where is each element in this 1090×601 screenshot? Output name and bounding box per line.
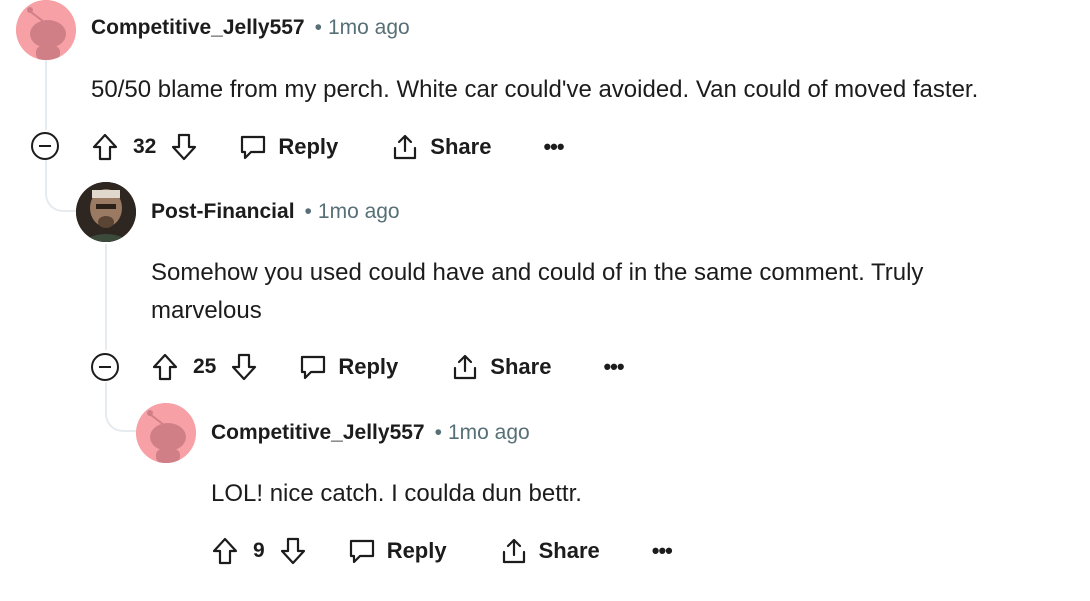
share-label: Share [490,354,552,379]
share-button[interactable]: Share [499,536,600,566]
avatar[interactable] [16,0,76,60]
comment-actions: 9 Reply Share ••• [211,531,673,571]
snoo-icon [16,0,76,60]
more-options-button[interactable]: ••• [543,134,564,160]
comment-author: Competitive_Jelly557 • 1mo ago [91,16,410,40]
comment-actions: 25 Reply Share ••• [151,347,625,387]
username-link[interactable]: Post-Financial [151,200,295,223]
meta-separator: • [314,16,322,39]
share-label: Share [538,538,600,563]
downvote-icon[interactable] [170,132,198,162]
reply-button[interactable]: Reply [347,536,447,566]
thread-connector [45,160,81,212]
meta-separator: • [434,421,442,444]
vote-group: 9 [211,536,307,566]
username-link[interactable]: Competitive_Jelly557 [211,421,425,444]
thread-line [45,58,47,130]
upvote-icon[interactable] [91,132,119,162]
reply-button[interactable]: Reply [298,352,398,382]
share-icon [502,538,525,564]
thread-line [105,244,107,350]
username-link[interactable]: Competitive_Jelly557 [91,16,305,39]
vote-count: 25 [193,355,217,378]
downvote-icon[interactable] [279,536,307,566]
upvote-icon[interactable] [211,536,239,566]
avatar[interactable] [76,182,136,242]
share-icon [394,134,417,160]
comment-author: Post-Financial • 1mo ago [151,200,400,224]
comment-bubble-icon [241,135,266,160]
snoo-icon [136,403,196,463]
reply-label: Reply [278,134,339,159]
avatar[interactable] [136,403,196,463]
reply-button[interactable]: Reply [238,132,338,162]
share-icon [454,354,477,380]
more-options-button[interactable]: ••• [603,354,624,380]
vote-count: 9 [253,539,265,562]
reply-label: Reply [386,538,447,563]
collapse-thread-button[interactable] [91,353,119,381]
comment-body: Somehow you used could have and could of… [151,259,924,324]
share-label: Share [430,134,492,159]
upvote-icon[interactable] [151,352,179,382]
collapse-thread-button[interactable] [31,132,59,160]
more-options-button[interactable]: ••• [652,538,673,564]
reply-label: Reply [338,354,399,379]
comment-timestamp[interactable]: 1mo ago [328,16,410,39]
comment-author: Competitive_Jelly557 • 1mo ago [211,421,530,445]
comment-actions: 32 Reply Share ••• [91,127,565,167]
downvote-icon[interactable] [230,352,258,382]
meta-separator: • [304,200,312,223]
thread-connector [105,382,141,432]
comment-body: 50/50 blame from my perch. White car cou… [91,76,979,103]
comment-bubble-icon [349,539,374,564]
share-button[interactable]: Share [450,352,551,382]
user-photo-icon [76,182,136,242]
share-button[interactable]: Share [390,132,491,162]
comment-timestamp[interactable]: 1mo ago [318,200,400,223]
comment-timestamp[interactable]: 1mo ago [448,421,530,444]
comment-body: LOL! nice catch. I coulda dun bettr. [211,480,582,507]
vote-group: 25 [151,352,258,382]
vote-count: 32 [133,135,157,158]
vote-group: 32 [91,132,198,162]
comment-bubble-icon [301,355,326,380]
